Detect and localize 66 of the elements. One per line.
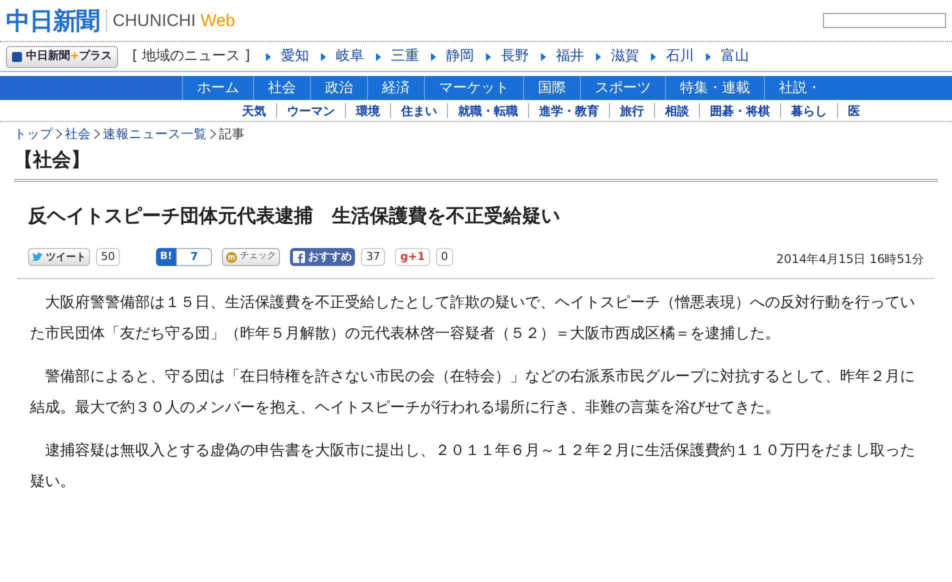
triangle-icon bbox=[486, 52, 492, 60]
breadcrumb-link[interactable]: トップ bbox=[14, 124, 53, 144]
article-paragraph: 警備部によると、守る団は「在日特権を許さない市民の会（在特会）」などの右派系市民グループに対抗するとして、昨年２月に結成。最大で約３０人のメンバーを抱え、ヘイトスピーチが行われる場所に行き、非難の言葉を浴びせてきた。 bbox=[30, 366, 916, 418]
subnav-link[interactable]: 囲碁・将棋 bbox=[699, 103, 780, 118]
f-logo-icon bbox=[293, 251, 306, 263]
region-link[interactable]: 長野 bbox=[486, 46, 530, 67]
subnav-link[interactable]: 暮らし bbox=[780, 103, 837, 118]
triangle-icon bbox=[596, 52, 602, 60]
current-page-label: 記事 bbox=[219, 124, 245, 143]
subnav-link[interactable]: 住まい bbox=[390, 103, 447, 118]
nav-tab[interactable]: 政治 bbox=[310, 76, 367, 100]
subnav-link[interactable]: 天気 bbox=[232, 103, 276, 118]
publish-date: 2014年4月15日 16時51分 bbox=[776, 251, 924, 268]
region-link[interactable]: 愛知 bbox=[266, 46, 310, 67]
site-logo[interactable]: 中日新聞 bbox=[6, 2, 100, 38]
subnav-link[interactable]: 相談 bbox=[654, 103, 699, 118]
region-link[interactable]: 三重 bbox=[376, 46, 420, 67]
triangle-icon bbox=[706, 52, 712, 60]
chunichi-plus-button[interactable]: 中日新聞+プラス bbox=[6, 46, 118, 68]
triangle-icon bbox=[266, 52, 272, 60]
region-link[interactable]: 石川 bbox=[651, 46, 694, 67]
bird-icon bbox=[32, 252, 44, 262]
nav-tab[interactable]: スポーツ bbox=[580, 76, 665, 100]
article-paragraph: 大阪府警警備部は１５日、生活保護費を不正受給したとして詐欺の疑いで、ヘイトスピーチ（憎悪表現）への反対行動を行っていた市民団体「友だち守る団」（昨年５月解散）の元代表林啓一容疑者（５２）＝大阪市西成区橘＝を逮捕した。 bbox=[30, 292, 916, 344]
subnav-link[interactable]: 旅行 bbox=[609, 103, 654, 118]
check-button[interactable]: チェック bbox=[222, 248, 280, 266]
region-link[interactable]: 静岡 bbox=[431, 46, 474, 67]
triangle-icon bbox=[651, 52, 656, 60]
region-link[interactable]: 福井 bbox=[541, 46, 584, 67]
nav-tab[interactable]: 社説・ bbox=[764, 76, 835, 100]
search-field[interactable] bbox=[823, 13, 946, 28]
article-paragraph: 逮捕容疑は無収入とする虚偽の申告書を大阪市に提出し、２０１１年６月～１２年２月に生活保護費約１１０万円をだまし取った疑い。 bbox=[30, 440, 916, 492]
subnav-link[interactable]: 就職・転職 bbox=[447, 103, 528, 118]
breadcrumb-link[interactable]: 社会 bbox=[65, 124, 91, 144]
nav-tab[interactable]: 国際 bbox=[523, 76, 580, 100]
triangle-icon bbox=[321, 52, 326, 60]
triangle-icon bbox=[541, 52, 546, 60]
section-title: 【社会】 bbox=[14, 149, 90, 171]
region-link[interactable]: 滋賀 bbox=[596, 46, 640, 67]
facebook-button[interactable]: おすすめ bbox=[290, 248, 356, 266]
triangle-icon bbox=[376, 52, 382, 60]
chevron-icon bbox=[210, 129, 216, 139]
breadcrumb-link[interactable]: 速報ニュース一覧 bbox=[103, 124, 207, 144]
nav-tab[interactable]: 特集・連載 bbox=[665, 76, 764, 100]
brand-name: CHUNICHI Web bbox=[112, 10, 236, 32]
region-link[interactable]: 岐阜 bbox=[321, 46, 364, 67]
nav-tab[interactable]: 経済 bbox=[367, 76, 424, 100]
region-link[interactable]: 富山 bbox=[706, 46, 750, 67]
subnav-link[interactable]: ウーマン bbox=[276, 103, 345, 118]
subnav-link[interactable]: 進学・教育 bbox=[528, 103, 609, 118]
share-count: 37 bbox=[361, 248, 386, 266]
triangle-icon bbox=[431, 52, 436, 60]
share-count: 50 bbox=[96, 248, 120, 266]
tweet-button[interactable]: ツイート bbox=[28, 248, 90, 266]
nav-tab[interactable]: 社会 bbox=[253, 76, 310, 100]
m-logo-icon bbox=[226, 252, 238, 262]
subnav-link[interactable]: 医 bbox=[837, 103, 870, 118]
nav-tab[interactable]: ホーム bbox=[182, 76, 253, 100]
region-label: [ 地域のニュース ] bbox=[132, 47, 250, 66]
chevron-icon bbox=[94, 129, 100, 139]
share-count: 0 bbox=[436, 248, 453, 266]
chevron-icon bbox=[56, 129, 62, 139]
nav-tab[interactable]: マーケット bbox=[424, 76, 523, 100]
google-plus-button[interactable]: g+1 bbox=[395, 248, 430, 266]
headline: 反ヘイトスピーチ団体元代表逮捕 生活保護費を不正受給疑い bbox=[28, 204, 561, 228]
subnav-link[interactable]: 環境 bbox=[345, 103, 390, 118]
